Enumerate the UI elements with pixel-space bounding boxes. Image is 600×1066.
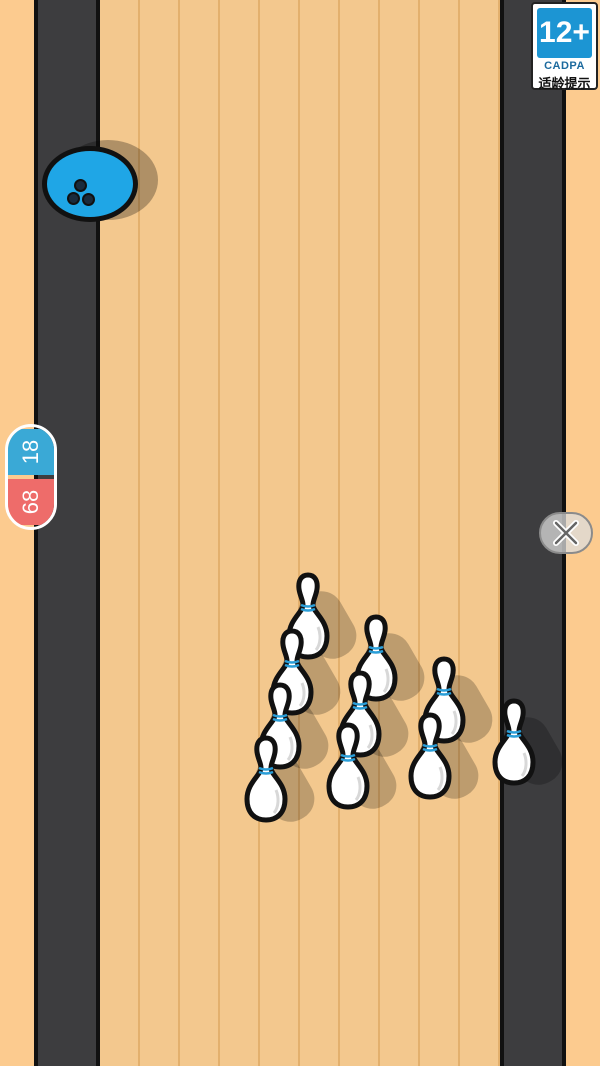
- score-bottom: 68: [8, 479, 54, 525]
- close-button[interactable]: [539, 512, 593, 554]
- bowling-pin-icon: [488, 698, 540, 786]
- age-rating-org: CADPA: [544, 60, 585, 72]
- score-top: 18: [8, 429, 54, 475]
- age-rating-badge: 12+ CADPA 适龄提示: [531, 2, 598, 91]
- bowling-pin-icon: [240, 735, 292, 823]
- ball-hole-icon: [82, 193, 95, 206]
- ball-hole-icon: [74, 179, 87, 192]
- age-rating-label: 适龄提示: [538, 76, 591, 91]
- close-icon: [553, 520, 579, 546]
- ball-hole-icon: [67, 192, 80, 205]
- bowling-lane[interactable]: [100, 0, 500, 1066]
- bowling-pin-icon: [404, 712, 456, 800]
- bowling-ball[interactable]: [42, 146, 138, 222]
- age-rating-value: 12+: [537, 8, 592, 58]
- score-indicator: 18 68: [5, 424, 57, 530]
- bowling-pin-icon: [322, 722, 374, 810]
